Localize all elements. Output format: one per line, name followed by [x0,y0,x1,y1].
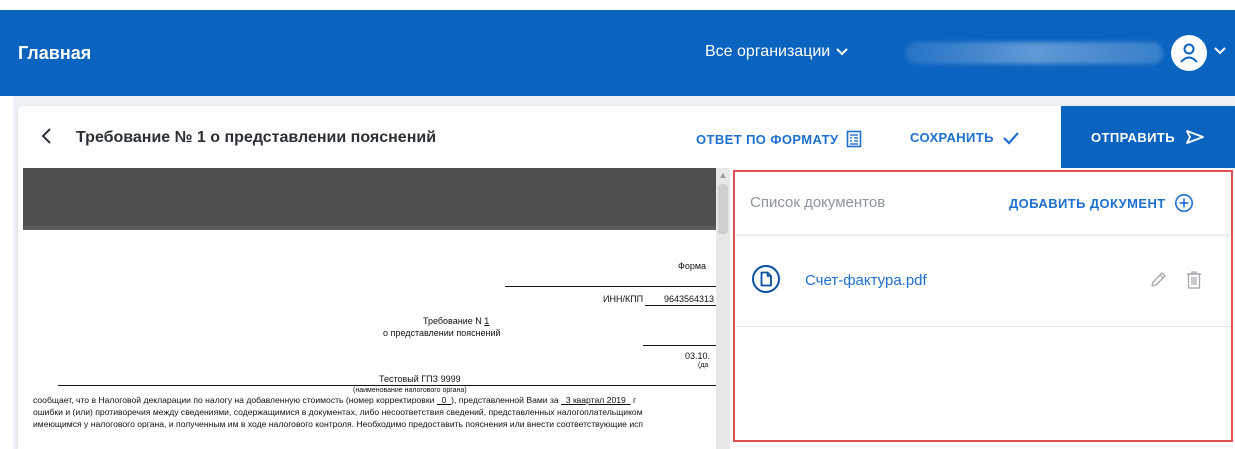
top-stripe [0,0,1235,10]
chevron-left-icon [41,128,51,144]
send-arrow-icon [1186,130,1204,144]
file-name-link[interactable]: Счет-фактура.pdf [805,272,927,289]
preview-date-value: 03.10. [685,351,711,361]
documents-panel: Список документов ДОБАВИТЬ ДОКУМЕНТ Счет… [733,170,1233,442]
preview-date-hint: (да [698,362,709,369]
preview-req-title-text: Требование N [423,316,482,326]
preview-org-hint: (наименование налогового органа) [353,387,467,394]
document-preview[interactable]: Форма ИНН/КПП 9643564313 Требование N 1 … [23,168,716,449]
preview-text-part: г [632,395,637,405]
chevron-down-icon [836,48,848,56]
checkmark-icon [1003,131,1019,145]
trash-icon[interactable] [1185,270,1203,290]
document-list-item[interactable]: Счет-фактура.pdf [735,234,1231,327]
preview-inn-label: ИНН/КПП [603,294,644,304]
send-button[interactable]: ОТПРАВИТЬ [1061,106,1235,168]
preview-text-line-3: имеющимся у налогового органа, и получен… [33,419,644,429]
preview-inn-value: 9643564313 [664,294,715,304]
preview-text-part: 3 квартал 2019 [565,395,626,405]
preview-text-part: сообщает, что в Налоговой декларации по … [33,395,435,405]
preview-line [505,286,716,287]
back-button[interactable] [40,126,60,150]
user-icon [1180,43,1198,63]
add-document-label: ДОБАВИТЬ ДОКУМЕНТ [1009,195,1166,211]
preview-org-name: Тестовый ГПЗ 9999 [379,374,461,384]
preview-line [645,305,716,306]
pencil-icon[interactable] [1148,270,1168,290]
documents-panel-title: Список документов [750,194,886,211]
scroll-up-arrow-icon[interactable]: ▲ [716,170,730,180]
user-name-blurred [905,42,1163,64]
send-label: ОТПРАВИТЬ [1091,129,1175,145]
preview-req-title: Требование N 1 [423,316,489,326]
page-title[interactable]: Главная [18,43,91,64]
preview-req-number: 1 [484,316,490,326]
save-label: СОХРАНИТЬ [910,130,994,145]
top-navigation-bar: Главная Все организации [0,0,1235,96]
save-button[interactable]: СОХРАНИТЬ [910,130,1020,145]
preview-text-part: 0 [441,395,447,405]
preview-line [58,385,716,386]
preview-form-label: Форма [678,261,707,271]
preview-line [643,345,716,346]
plus-circle-icon [1174,194,1193,212]
document-title: Требование № 1 о представлении пояснений [76,129,437,146]
preview-scrollbar[interactable]: ▲ [716,168,730,449]
organization-select-label: Все организации [705,43,831,60]
document-header: Требование № 1 о представлении пояснений… [18,106,1235,168]
preview-text-part: ), представленной Вами за [451,395,559,405]
form-document-icon [847,130,862,148]
add-document-button[interactable]: ДОБАВИТЬ ДОКУМЕНТ [1009,193,1194,213]
scroll-thumb[interactable] [718,184,728,234]
preview-text-line-1: сообщает, что в Налоговой декларации по … [33,395,636,405]
preview-page: Форма ИНН/КПП 9643564313 Требование N 1 … [23,230,716,449]
answer-format-button[interactable]: ОТВЕТ ПО ФОРМАТУ [696,130,862,148]
organization-select[interactable]: Все организации [705,43,848,61]
user-menu-chevron-icon[interactable] [1214,47,1226,55]
file-icon [752,265,780,293]
avatar[interactable] [1171,35,1207,71]
documents-panel-header: Список документов ДОБАВИТЬ ДОКУМЕНТ [735,172,1231,234]
answer-format-label: ОТВЕТ ПО ФОРМАТУ [696,131,839,147]
preview-text-line-2: ошибки и (или) противоречия между сведен… [33,407,643,417]
preview-toolbar-area [23,168,716,226]
preview-req-subtitle: о представлении пояснений [383,328,501,338]
